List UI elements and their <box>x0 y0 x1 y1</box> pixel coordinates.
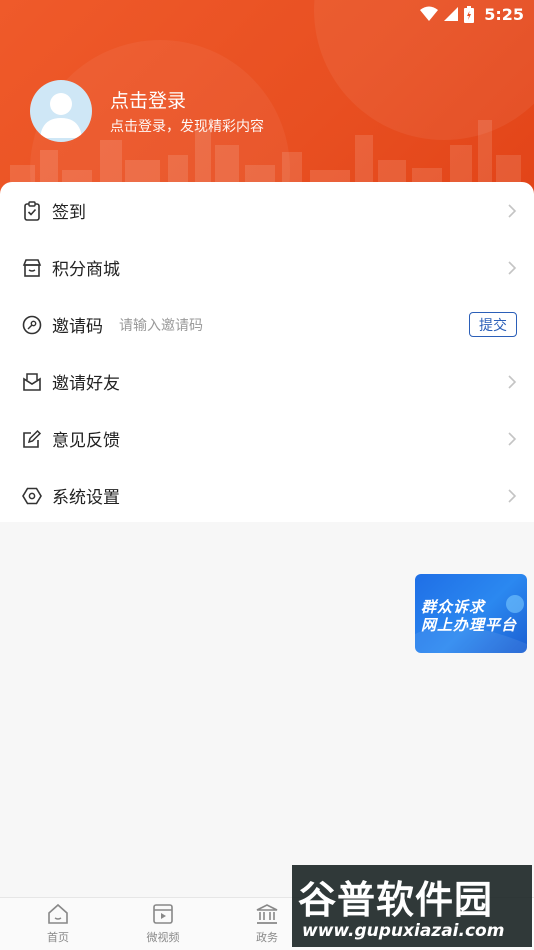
hexagon-settings-icon <box>22 487 42 504</box>
shop-icon <box>22 258 42 277</box>
video-icon <box>153 904 173 924</box>
watermark-logo: 谷普软件园 www.gupuxiazai.com <box>292 865 532 947</box>
menu-list: 签到 积分商城 邀请码 请输入邀请码 提交 邀请好友 意见反馈 系统设置 <box>0 182 534 522</box>
watermark-url: www.gupuxiazai.com <box>302 921 505 941</box>
signal-icon <box>444 7 459 21</box>
chevron-right-icon <box>508 488 517 503</box>
menu-item-label: 邀请好友 <box>52 374 120 394</box>
login-subtitle: 点击登录，发现精彩内容 <box>110 119 264 135</box>
chevron-right-icon <box>508 431 517 446</box>
banner-line-2: 网上办理平台 <box>421 616 518 634</box>
nav-label: 政务 <box>256 931 278 944</box>
chevron-right-icon <box>508 374 517 389</box>
menu-item-label: 邀请码 <box>52 317 103 337</box>
profile-header: 5:25 点击登录 点击登录，发现精彩内容 <box>0 0 534 200</box>
menu-item-points-mall[interactable]: 积分商城 <box>0 239 534 296</box>
invite-code-input[interactable]: 请输入邀请码 <box>119 315 203 335</box>
nav-video[interactable]: 微视频 <box>123 902 203 948</box>
menu-item-label: 意见反馈 <box>52 431 120 451</box>
clipboard-check-icon <box>24 200 40 221</box>
edit-icon <box>23 429 42 448</box>
menu-item-invite-code: 邀请码 请输入邀请码 提交 <box>0 296 534 353</box>
user-icon <box>40 93 82 138</box>
avatar[interactable] <box>30 80 92 142</box>
watermark-title: 谷普软件园 <box>298 878 494 922</box>
appeal-platform-banner[interactable]: 群众诉求 网上办理平台 <box>415 574 527 653</box>
nav-label: 微视频 <box>146 931 180 944</box>
menu-item-label: 系统设置 <box>52 488 120 508</box>
nav-label: 首页 <box>47 931 69 944</box>
menu-item-label: 积分商城 <box>52 260 120 280</box>
chevron-right-icon <box>508 260 517 275</box>
key-icon <box>22 315 42 334</box>
battery-icon <box>464 5 475 23</box>
menu-item-label: 签到 <box>52 203 86 223</box>
chevron-right-icon <box>508 203 517 218</box>
wifi-icon <box>420 6 439 21</box>
menu-item-settings[interactable]: 系统设置 <box>0 467 534 524</box>
government-icon <box>256 904 278 924</box>
status-time: 5:25 <box>484 4 524 24</box>
status-bar: 5:25 <box>420 4 524 24</box>
nav-home[interactable]: 首页 <box>18 902 98 948</box>
menu-item-invite-friends[interactable]: 邀请好友 <box>0 353 534 410</box>
home-icon <box>48 903 68 924</box>
login-title[interactable]: 点击登录 <box>110 86 186 113</box>
submit-button[interactable]: 提交 <box>469 312 517 337</box>
menu-item-feedback[interactable]: 意见反馈 <box>0 410 534 467</box>
menu-item-checkin[interactable]: 签到 <box>0 182 534 239</box>
mail-icon <box>23 372 41 391</box>
